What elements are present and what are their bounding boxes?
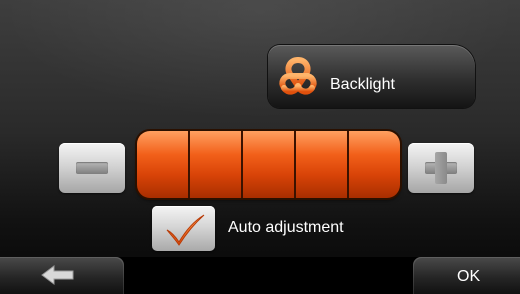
decrease-brightness-button[interactable] — [59, 143, 125, 193]
auto-adjustment-label: Auto adjustment — [228, 219, 344, 236]
backlight-title-button[interactable]: Backlight — [268, 45, 475, 108]
backlight-ribbon-icon — [279, 57, 317, 95]
increase-brightness-button[interactable] — [408, 143, 474, 193]
brightness-segment[interactable] — [296, 131, 349, 198]
plus-icon-vertical — [435, 152, 447, 184]
back-button[interactable] — [0, 257, 124, 294]
minus-icon — [76, 162, 108, 174]
ok-button[interactable]: OK — [413, 257, 520, 294]
brightness-level-bar[interactable] — [137, 131, 400, 198]
auto-adjustment-checkbox[interactable] — [152, 206, 215, 251]
backlight-title-label: Backlight — [330, 76, 395, 93]
brightness-segment[interactable] — [243, 131, 296, 198]
backlight-settings-screen: Backlight Auto adjustment OK — [0, 0, 520, 294]
back-arrow-icon — [41, 265, 74, 285]
brightness-segment[interactable] — [137, 131, 190, 198]
ok-button-label: OK — [457, 268, 481, 285]
brightness-segment[interactable] — [349, 131, 400, 198]
checkmark-icon — [166, 214, 205, 246]
brightness-segment[interactable] — [190, 131, 243, 198]
